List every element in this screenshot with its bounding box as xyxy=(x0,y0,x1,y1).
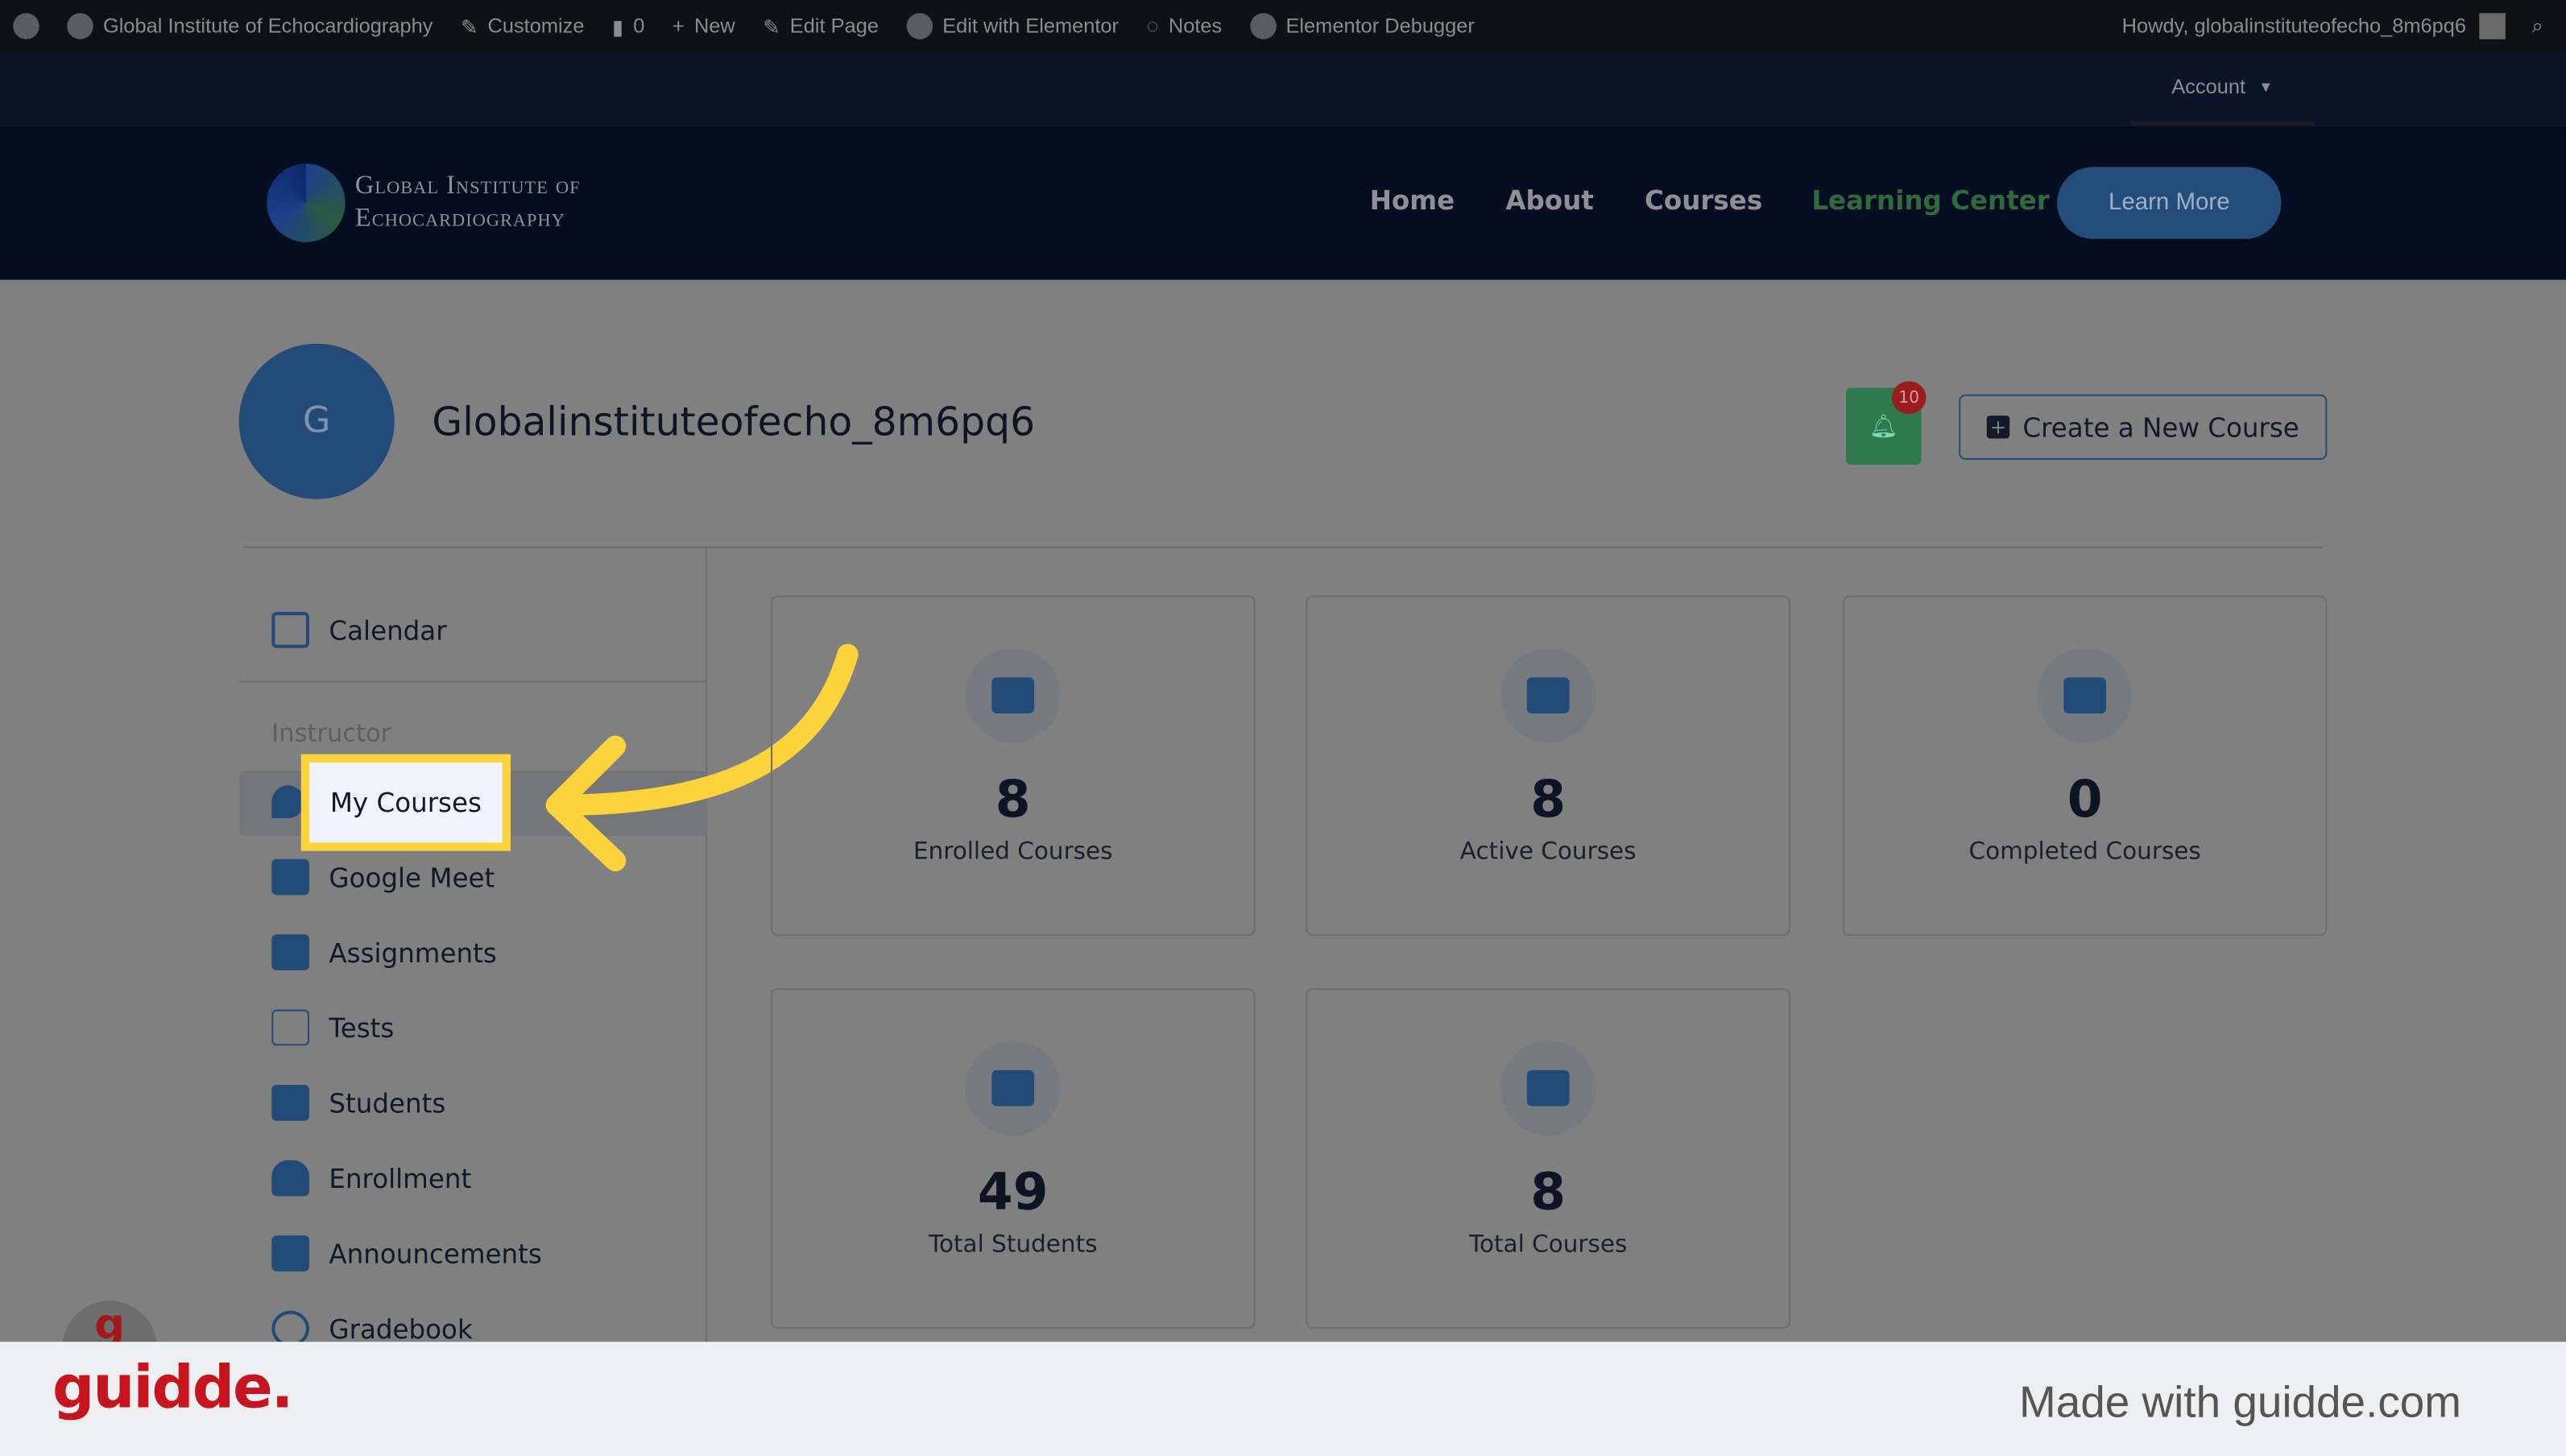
sidebar-label: Tests xyxy=(329,1011,395,1044)
admin-site-link[interactable]: Global Institute of Echocardiography xyxy=(67,13,432,39)
stat-card-completed: 0 Completed Courses xyxy=(1842,595,2328,937)
stat-card-active: 8 Active Courses xyxy=(1306,595,1790,937)
plus-square-icon: + xyxy=(1986,416,2010,439)
megaphone-icon xyxy=(271,1235,310,1272)
sidebar-item-google-meet[interactable]: Google Meet xyxy=(271,858,495,896)
brush-icon: ✎ xyxy=(461,15,478,39)
stat-label: Completed Courses xyxy=(1968,839,2201,866)
stat-card-total-courses: 8 Total Courses xyxy=(1306,988,1790,1329)
sidebar-item-enrollment[interactable]: Enrollment xyxy=(271,1160,471,1197)
sidebar-item-assignments[interactable]: Assignments xyxy=(271,934,497,970)
create-course-button[interactable]: + Create a New Course xyxy=(1959,394,2328,460)
site-name: Global Institute of Echocardiography xyxy=(103,14,433,38)
nav-learning-center[interactable]: Learning Center xyxy=(1811,185,2049,217)
admin-new[interactable]: + New xyxy=(673,14,735,37)
stat-value: 0 xyxy=(2067,771,2103,830)
dashboard-icon xyxy=(67,13,93,39)
plus-icon: + xyxy=(672,14,685,38)
debugger-label: Elementor Debugger xyxy=(1285,14,1475,38)
rocket-icon xyxy=(271,785,304,818)
sidebar-label: Assignments xyxy=(329,937,497,968)
video-camera-icon xyxy=(271,858,310,896)
quiz-icon xyxy=(271,1009,310,1046)
graduation-cap-icon xyxy=(271,1085,310,1121)
notes-label: Notes xyxy=(1168,14,1223,38)
sidebar-label: Announcements xyxy=(329,1238,542,1269)
account-label: Account xyxy=(2171,75,2246,98)
sidebar-label: Google Meet xyxy=(329,861,495,893)
pencil-icon: ✎ xyxy=(763,15,780,39)
sidebar-label: Gradebook xyxy=(329,1313,473,1345)
sidebar-item-announcements[interactable]: Announcements xyxy=(271,1235,542,1272)
graduation-cap-icon xyxy=(1526,677,1570,714)
user-icon xyxy=(271,1160,310,1197)
site-logo[interactable]: Global Institute of Echocardiography xyxy=(267,163,580,242)
divider xyxy=(243,546,2323,548)
sidebar-item-calendar[interactable]: Calendar xyxy=(271,611,447,648)
wp-logo-icon[interactable] xyxy=(13,13,39,39)
nav-about[interactable]: About xyxy=(1505,185,1593,217)
stat-label: Total Students xyxy=(928,1232,1098,1259)
user-avatar-icon[interactable] xyxy=(2479,13,2506,39)
stat-card-students: 49 Total Students xyxy=(771,988,1256,1329)
admin-notes[interactable]: ◌ Notes xyxy=(1147,14,1223,37)
speech-bubble-icon: ◌ xyxy=(1146,14,1159,38)
stat-value: 8 xyxy=(995,771,1031,830)
stat-value: 8 xyxy=(1530,771,1567,830)
book-icon xyxy=(991,677,1035,714)
account-dropdown[interactable]: Account ▼ xyxy=(2130,52,2315,126)
nav-courses[interactable]: Courses xyxy=(1645,185,1762,217)
box-icon xyxy=(1526,1069,1570,1106)
stat-label: Enrolled Courses xyxy=(913,839,1113,866)
new-label: New xyxy=(693,14,735,38)
sidebar-section-instructor: Instructor xyxy=(271,718,391,748)
stat-label: Total Courses xyxy=(1468,1232,1628,1259)
made-with-guidde: Made with guidde.com xyxy=(2019,1377,2461,1427)
admin-debugger[interactable]: Elementor Debugger xyxy=(1249,13,1475,39)
howdy-user[interactable]: Howdy, globalinstituteofecho_8m6pq6 xyxy=(2122,14,2466,37)
edit-elementor-label: Edit with Elementor xyxy=(942,14,1120,38)
notification-count-badge: 10 xyxy=(1891,381,1927,415)
caret-down-icon: ▼ xyxy=(2258,78,2274,95)
edit-page-label: Edit Page xyxy=(789,14,879,38)
avatar: G xyxy=(238,343,395,499)
admin-edit-page[interactable]: ✎ Edit Page xyxy=(763,14,879,38)
comment-icon: ▮ xyxy=(612,15,624,39)
learn-more-button[interactable]: Learn More xyxy=(2057,167,2282,239)
info-icon xyxy=(1249,13,1277,39)
logo-mark-icon xyxy=(267,163,346,242)
sidebar-label: Calendar xyxy=(329,614,447,646)
create-course-label: Create a New Course xyxy=(2022,412,2299,443)
admin-edit-elementor[interactable]: Edit with Elementor xyxy=(906,13,1120,39)
stat-label: Active Courses xyxy=(1459,839,1637,866)
wp-admin-bar: Global Institute of Echocardiography ✎ Cu… xyxy=(0,0,2566,53)
nav-home[interactable]: Home xyxy=(1370,185,1455,217)
user-display-name: Globalinstituteofecho_8m6pq6 xyxy=(432,399,1036,445)
sidebar-label: Students xyxy=(329,1087,446,1119)
student-icon xyxy=(991,1069,1035,1106)
logo-line-2: Echocardiography xyxy=(354,204,565,233)
stat-card-enrolled: 8 Enrolled Courses xyxy=(771,595,1256,937)
elementor-icon xyxy=(906,13,933,39)
calendar-icon xyxy=(271,611,310,648)
checklist-icon xyxy=(271,934,310,970)
sidebar-label: Enrollment xyxy=(329,1162,472,1194)
stat-value: 8 xyxy=(1530,1163,1567,1222)
admin-comments[interactable]: ▮ 0 xyxy=(612,14,644,38)
bell-icon: 🔔︎ xyxy=(1869,413,1898,440)
sidebar-item-students[interactable]: Students xyxy=(271,1085,445,1121)
stat-value: 49 xyxy=(977,1163,1049,1222)
comment-count: 0 xyxy=(633,14,645,38)
customize-label: Customize xyxy=(487,14,585,38)
search-icon[interactable]: ⌕ xyxy=(2531,14,2543,38)
admin-customize[interactable]: ✎ Customize xyxy=(461,14,584,38)
trophy-icon xyxy=(2063,677,2107,714)
sidebar-item-tests[interactable]: Tests xyxy=(271,1009,395,1046)
guidde-logo: guidde. xyxy=(52,1355,293,1422)
logo-line-1: Global Institute of xyxy=(354,172,581,200)
my-courses-highlight[interactable]: My Courses xyxy=(300,754,511,851)
